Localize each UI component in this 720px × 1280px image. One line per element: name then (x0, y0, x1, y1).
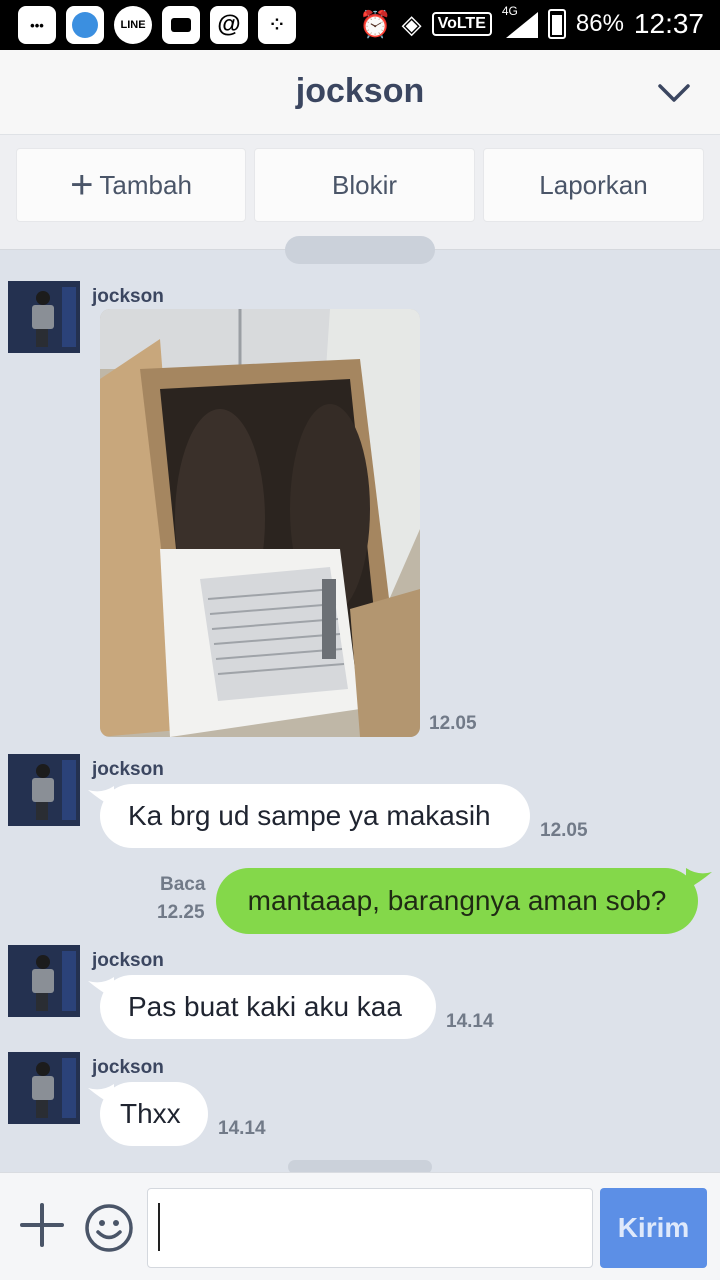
message-time: 12.25 (157, 902, 205, 923)
contact-action-bar: + Tambah Blokir Laporkan (0, 135, 720, 250)
sender-name: jockson (92, 759, 164, 780)
sender-name: jockson (92, 1057, 164, 1078)
message-text: mantaaap, barangnya aman sob? (247, 885, 667, 916)
clock: 12:37 (633, 8, 704, 39)
alarm-icon: ⏰ (359, 8, 392, 39)
message-time: 14.14 (446, 1011, 494, 1032)
add-friend-button[interactable]: + Tambah (16, 148, 246, 222)
sender-name: jockson (92, 950, 164, 971)
bbm-icon: ⁘ (258, 6, 296, 44)
message-bubble[interactable]: Pas buat kaki aku kaa (100, 975, 436, 1039)
block-button[interactable]: Blokir (254, 148, 475, 222)
chat-title: jockson (295, 72, 425, 110)
signal-4g-icon: 4G (502, 4, 538, 38)
emoji-icon[interactable] (84, 1203, 134, 1253)
message-bubble[interactable]: Thxx (100, 1082, 208, 1146)
volte-icon: VoLTE (431, 12, 492, 36)
data-icon: ◈ (401, 8, 422, 39)
read-status: Baca (160, 874, 206, 895)
chevron-down-icon[interactable] (658, 76, 690, 108)
battery-charging-icon (547, 9, 566, 39)
message-time: 12.05 (429, 713, 477, 734)
send-button[interactable]: Kirim (600, 1188, 707, 1268)
add-friend-label: Tambah (99, 169, 192, 200)
send-label: Kirim (617, 1212, 690, 1243)
text-caret (158, 1203, 160, 1251)
message-input[interactable] (147, 1188, 593, 1268)
message-bubble-outgoing[interactable]: mantaaap, barangnya aman sob? (216, 868, 698, 934)
report-label: Laporkan (539, 169, 648, 200)
image-message[interactable] (100, 309, 420, 737)
battery-percent: 86% (575, 10, 624, 37)
message-text: Ka brg ud sampe ya makasih (128, 800, 491, 831)
line-app-icon: LINE (114, 6, 152, 44)
message-text: Thxx (120, 1098, 181, 1129)
avatar[interactable] (8, 945, 80, 1017)
status-bar: ••• LINE @ ⁘ ⏰ ◈ VoLTE 4G 86% 12:37 (0, 0, 720, 50)
chat-header: jockson (0, 50, 720, 135)
plus-icon: + (70, 163, 94, 207)
avatar[interactable] (8, 754, 80, 826)
at-icon: @ (210, 6, 248, 44)
avatar[interactable] (8, 281, 80, 353)
message-time: 12.05 (540, 820, 588, 841)
report-button[interactable]: Laporkan (483, 148, 704, 222)
block-label: Blokir (331, 169, 397, 200)
sender-name: jockson (92, 286, 164, 307)
more-icon: ••• (18, 6, 56, 44)
shoebox-photo (100, 309, 420, 737)
message-text: Pas buat kaki aku kaa (128, 991, 402, 1022)
bubble-tail (686, 868, 712, 890)
avatar[interactable] (8, 1052, 80, 1124)
message-time: 14.14 (218, 1118, 266, 1139)
date-separator (285, 236, 435, 264)
plus-icon[interactable] (18, 1201, 66, 1249)
chat-icon (162, 6, 200, 44)
message-bubble[interactable]: Ka brg ud sampe ya makasih (100, 784, 530, 848)
browser-icon (66, 6, 104, 44)
message-input-bar: Kirim (0, 1172, 720, 1280)
